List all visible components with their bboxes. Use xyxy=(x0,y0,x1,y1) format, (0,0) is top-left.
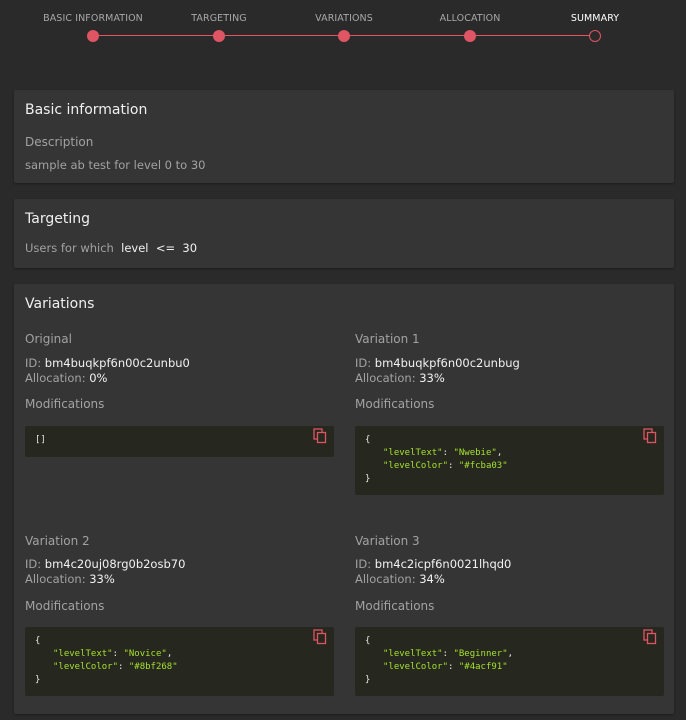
variation-id: ID: bm4buqkpf6n00c2unbu0 xyxy=(25,356,190,370)
step-variations[interactable]: VARIATIONS xyxy=(274,13,414,42)
variation-allocation: Allocation: 33% xyxy=(25,572,115,586)
variation-id: ID: bm4buqkpf6n00c2unbug xyxy=(355,356,520,370)
targeting-card: Targeting Users for which level <= 30 xyxy=(14,199,674,268)
modifications-label: Modifications xyxy=(25,397,105,411)
step-summary[interactable]: SUMMARY xyxy=(525,13,665,42)
step-dot-completed xyxy=(87,30,99,42)
modifications-code: { "levelText": "Beginner", "levelColor":… xyxy=(355,627,664,696)
targeting-operator: <= xyxy=(155,241,176,255)
step-label: BASIC INFORMATION xyxy=(43,13,143,24)
modifications-label: Modifications xyxy=(25,599,105,613)
modifications-code: { "levelText": "Nwebie", "levelColor": "… xyxy=(355,426,664,495)
targeting-prefix: Users for which xyxy=(25,241,114,255)
variations-card: Variations Original ID: bm4buqkpf6n00c2u… xyxy=(14,284,674,714)
step-dot-completed xyxy=(464,30,476,42)
card-title: Targeting xyxy=(25,211,90,227)
card-title: Variations xyxy=(25,296,95,312)
variation-id: ID: bm4c2icpf6n0021lhqd0 xyxy=(355,557,512,571)
step-label: ALLOCATION xyxy=(439,13,501,24)
variation-id: ID: bm4c20uj08rg0b2osb70 xyxy=(25,557,186,571)
description-label: Description xyxy=(25,135,94,149)
variation-name: Original xyxy=(25,332,72,346)
variation-allocation: Allocation: 33% xyxy=(355,371,445,385)
copy-icon[interactable] xyxy=(313,428,327,444)
step-allocation[interactable]: ALLOCATION xyxy=(400,13,540,42)
variation-name: Variation 2 xyxy=(25,534,90,548)
variation-allocation: Allocation: 34% xyxy=(355,572,445,586)
step-label: VARIATIONS xyxy=(315,13,373,24)
copy-icon[interactable] xyxy=(313,629,327,645)
step-targeting[interactable]: TARGETING xyxy=(149,13,289,42)
modifications-label: Modifications xyxy=(355,397,435,411)
targeting-field: level xyxy=(121,241,149,255)
description-value: sample ab test for level 0 to 30 xyxy=(25,158,206,172)
step-label: TARGETING xyxy=(191,13,247,24)
card-title: Basic information xyxy=(25,102,148,118)
step-basic-information[interactable]: BASIC INFORMATION xyxy=(23,13,163,42)
copy-icon[interactable] xyxy=(643,629,657,645)
modifications-code: [] xyxy=(25,426,334,457)
step-label: SUMMARY xyxy=(570,13,620,24)
progress-stepper: BASIC INFORMATION TARGETING VARIATIONS A… xyxy=(0,0,686,60)
copy-icon[interactable] xyxy=(643,428,657,444)
step-dot-current xyxy=(589,30,601,42)
variation-name: Variation 3 xyxy=(355,534,420,548)
step-dot-completed xyxy=(213,30,225,42)
step-dot-completed xyxy=(338,30,350,42)
modifications-code: { "levelText": "Novice", "levelColor": "… xyxy=(25,627,334,696)
basic-information-card: Basic information Description sample ab … xyxy=(14,90,674,183)
targeting-rule: Users for which level <= 30 xyxy=(25,241,197,255)
variation-name: Variation 1 xyxy=(355,332,420,346)
variation-allocation: Allocation: 0% xyxy=(25,371,108,385)
modifications-label: Modifications xyxy=(355,599,435,613)
targeting-value: 30 xyxy=(182,241,198,255)
